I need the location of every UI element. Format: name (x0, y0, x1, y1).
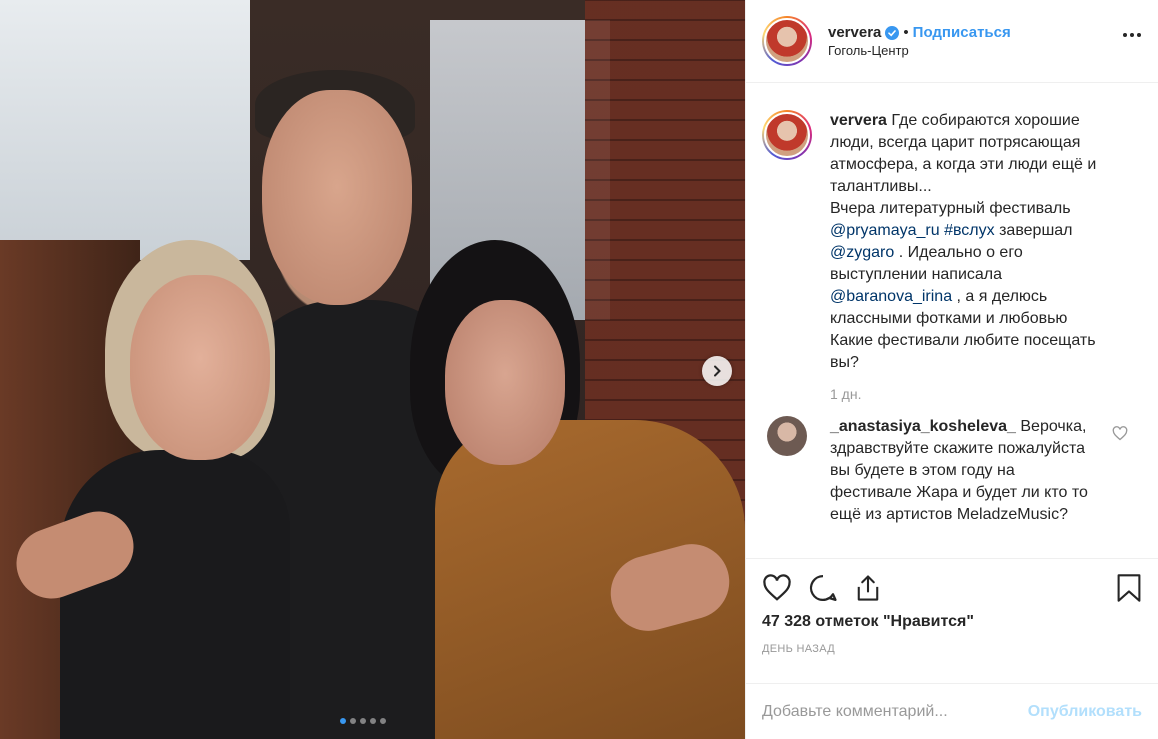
caption-text: ververa Где собираются хорошие люди, все… (830, 112, 1097, 371)
comments-list[interactable]: ververa Где собираются хорошие люди, все… (746, 84, 1158, 558)
more-options-icon[interactable] (1122, 32, 1142, 38)
chevron-right-icon (714, 365, 721, 377)
carousel-dot (360, 718, 366, 724)
avatar[interactable] (762, 16, 812, 66)
carousel-next-button[interactable] (702, 356, 732, 386)
mention-link[interactable]: @zygaro (830, 244, 894, 261)
follow-button[interactable]: Подписаться (913, 24, 1011, 41)
author-username[interactable]: ververa (828, 24, 881, 41)
bookmark-icon (1117, 574, 1141, 602)
caption-timestamp[interactable]: 1 дн. (830, 386, 1142, 402)
comment-button[interactable] (808, 573, 838, 603)
mention-link[interactable]: @baranova_irina (830, 288, 952, 305)
comment-item: _anastasiya_kosheleva_ Верочка, здравств… (762, 416, 1142, 526)
caption-username[interactable]: ververa (830, 112, 887, 129)
share-icon (857, 575, 879, 601)
hashtag-link[interactable]: #вслух (944, 222, 995, 239)
comment-input[interactable] (762, 702, 1028, 721)
heart-icon (763, 574, 791, 601)
photo-person (262, 90, 412, 305)
post-header: ververa • Подписаться Гоголь-Центр (746, 0, 1158, 83)
carousel-dot (370, 718, 376, 724)
post-actions: 47 328 отметок "Нравится" ДЕНЬ НАЗАД (746, 558, 1158, 668)
location-link[interactable]: Гоголь-Центр (828, 43, 1011, 58)
post-sidebar: ververa • Подписаться Гоголь-Центр verve… (745, 0, 1158, 739)
photo-background (0, 0, 250, 260)
avatar[interactable] (762, 110, 812, 160)
caption: ververa Где собираются хорошие люди, все… (762, 110, 1142, 374)
carousel-dot (380, 718, 386, 724)
carousel-dot (340, 718, 346, 724)
comment-text: _anastasiya_kosheleva_ Верочка, здравств… (830, 418, 1088, 523)
carousel-indicator (340, 718, 386, 724)
photo-person (445, 300, 565, 465)
verified-badge-icon (885, 25, 900, 40)
avatar[interactable] (767, 416, 807, 456)
heart-icon[interactable] (1112, 426, 1128, 441)
likes-count[interactable]: 47 328 отметок "Нравится" (762, 613, 1142, 631)
photo-person (60, 450, 290, 739)
post-photo[interactable] (0, 0, 745, 739)
save-button[interactable] (1116, 573, 1142, 603)
comment-bubble-icon (809, 574, 837, 601)
photo-person (130, 275, 270, 460)
like-button[interactable] (762, 574, 792, 602)
comment-username[interactable]: _anastasiya_kosheleva_ (830, 418, 1016, 435)
mention-link[interactable]: @pryamaya_ru (830, 222, 940, 239)
add-comment-bar: Опубликовать (746, 683, 1158, 739)
share-button[interactable] (854, 573, 882, 603)
publish-button[interactable]: Опубликовать (1028, 703, 1142, 721)
separator: • (903, 24, 909, 41)
carousel-dot (350, 718, 356, 724)
post-date[interactable]: ДЕНЬ НАЗАД (762, 643, 1142, 655)
